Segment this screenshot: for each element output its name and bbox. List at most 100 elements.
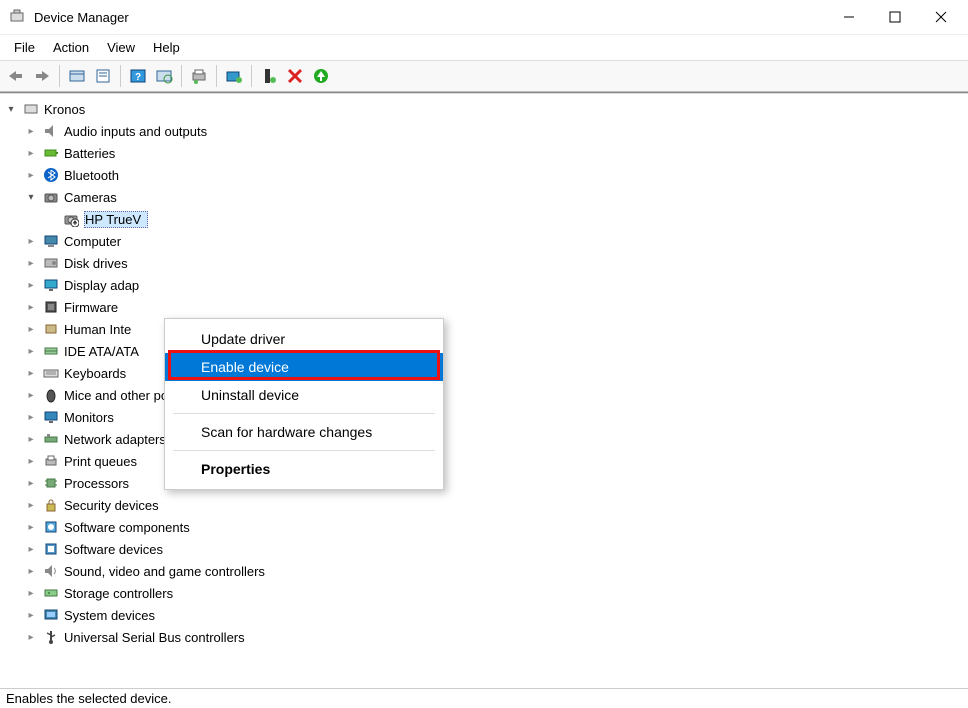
properties-sheet-icon[interactable] (91, 64, 115, 88)
swdev-icon (42, 540, 60, 558)
storage-icon (42, 584, 60, 602)
tree-category[interactable]: ▸Print queues (4, 450, 966, 472)
category-label: Computer (64, 234, 121, 249)
chevron-right-icon[interactable]: ▸ (24, 586, 38, 600)
toolbar-separator (251, 65, 252, 87)
category-label: Display adap (64, 278, 139, 293)
tree-device[interactable]: HP TrueV (4, 208, 966, 230)
chevron-right-icon[interactable]: ▸ (24, 256, 38, 270)
scan-icon[interactable] (152, 64, 176, 88)
chevron-right-icon[interactable]: ▸ (24, 322, 38, 336)
ctx-update-driver[interactable]: Update driver (165, 325, 443, 353)
tree-category[interactable]: ▸Disk drives (4, 252, 966, 274)
category-label: Keyboards (64, 366, 126, 381)
enable-up-icon[interactable] (309, 64, 333, 88)
disable-x-icon[interactable] (283, 64, 307, 88)
ctx-uninstall-device[interactable]: Uninstall device (165, 381, 443, 409)
tree-category[interactable]: ▸ Network adapters (4, 428, 966, 450)
security-icon (42, 496, 60, 514)
tree-category[interactable]: ▸Storage controllers (4, 582, 966, 604)
tree-category[interactable]: ▸Software devices (4, 538, 966, 560)
tree-category[interactable]: ▸Batteries (4, 142, 966, 164)
show-hidden-icon[interactable] (65, 64, 89, 88)
tree-category[interactable]: ▸ Bluetooth (4, 164, 966, 186)
tree-category[interactable]: ▸IDE ATA/ATA (4, 340, 966, 362)
device-tree[interactable]: ▾ Kronos ▸Audio inputs and outputs▸Batte… (0, 94, 968, 686)
chevron-right-icon[interactable]: ▸ (24, 608, 38, 622)
maximize-button[interactable] (872, 0, 918, 34)
chevron-down-icon[interactable]: ▾ (24, 190, 38, 204)
category-label: Network adapters (64, 432, 166, 447)
root-label: Kronos (44, 102, 85, 117)
tree-category[interactable]: ▸ Software components (4, 516, 966, 538)
tree-category[interactable]: ▸Sound, video and game controllers (4, 560, 966, 582)
menu-help[interactable]: Help (145, 38, 188, 57)
help-icon[interactable]: ? (126, 64, 150, 88)
tree-category[interactable]: ▸Processors (4, 472, 966, 494)
tree-category[interactable]: ▸ Monitors (4, 406, 966, 428)
disk-icon (42, 254, 60, 272)
chevron-right-icon[interactable]: ▸ (24, 124, 38, 138)
chevron-down-icon[interactable]: ▾ (4, 102, 18, 116)
chevron-right-icon[interactable]: ▸ (24, 630, 38, 644)
print-icon[interactable] (187, 64, 211, 88)
chevron-right-icon[interactable]: ▸ (24, 300, 38, 314)
category-label: Bluetooth (64, 168, 119, 183)
computer-icon (42, 232, 60, 250)
ctx-properties[interactable]: Properties (165, 455, 443, 483)
forward-arrow-icon[interactable] (30, 64, 54, 88)
chevron-right-icon[interactable]: ▸ (24, 564, 38, 578)
ctx-enable-device[interactable]: Enable device (165, 353, 443, 381)
tree-category[interactable]: ▸Security devices (4, 494, 966, 516)
minimize-button[interactable] (826, 0, 872, 34)
uninstall-icon[interactable] (257, 64, 281, 88)
device-label: HP TrueV (84, 211, 148, 228)
firmware-icon (42, 298, 60, 316)
tree-category[interactable]: ▸ Firmware (4, 296, 966, 318)
menubar: File Action View Help (0, 34, 968, 60)
app-icon (8, 8, 26, 26)
chevron-right-icon[interactable]: ▸ (24, 366, 38, 380)
toolbar-separator (181, 65, 182, 87)
tree-category[interactable]: ▸Mice and other pointing devices (4, 384, 966, 406)
toolbar-separator (216, 65, 217, 87)
tree-category[interactable]: ▸ Display adap (4, 274, 966, 296)
cpu-icon (42, 474, 60, 492)
chevron-right-icon[interactable]: ▸ (24, 520, 38, 534)
tree-category[interactable]: ▸ Computer (4, 230, 966, 252)
chevron-right-icon[interactable]: ▸ (24, 234, 38, 248)
category-label: System devices (64, 608, 155, 623)
update-driver-icon[interactable] (222, 64, 246, 88)
chevron-right-icon[interactable]: ▸ (24, 542, 38, 556)
tree-category[interactable]: ▸Universal Serial Bus controllers (4, 626, 966, 648)
category-label: Firmware (64, 300, 118, 315)
sound-icon (42, 562, 60, 580)
back-arrow-icon[interactable] (4, 64, 28, 88)
chevron-right-icon[interactable]: ▸ (24, 146, 38, 160)
tree-category[interactable]: ▾Cameras (4, 186, 966, 208)
chevron-right-icon[interactable]: ▸ (24, 168, 38, 182)
menu-file[interactable]: File (6, 38, 43, 57)
chevron-right-icon[interactable]: ▸ (24, 498, 38, 512)
chevron-right-icon[interactable]: ▸ (24, 344, 38, 358)
category-label: Human Inte (64, 322, 131, 337)
window-title: Device Manager (34, 10, 129, 25)
tree-category[interactable]: ▸Audio inputs and outputs (4, 120, 966, 142)
ctx-scan-hardware[interactable]: Scan for hardware changes (165, 418, 443, 446)
close-button[interactable] (918, 0, 964, 34)
tree-category[interactable]: ▸ Keyboards (4, 362, 966, 384)
chevron-right-icon[interactable]: ▸ (24, 476, 38, 490)
tree-category[interactable]: ▸ Human Inte (4, 318, 966, 340)
chevron-right-icon[interactable]: ▸ (24, 388, 38, 402)
tree-root[interactable]: ▾ Kronos (4, 98, 966, 120)
chevron-right-icon[interactable]: ▸ (24, 454, 38, 468)
tree-category[interactable]: ▸ System devices (4, 604, 966, 626)
menu-view[interactable]: View (99, 38, 143, 57)
chevron-right-icon[interactable]: ▸ (24, 410, 38, 424)
menu-action[interactable]: Action (45, 38, 97, 57)
category-label: Monitors (64, 410, 114, 425)
chevron-right-icon[interactable]: ▸ (24, 432, 38, 446)
chevron-right-icon[interactable]: ▸ (24, 278, 38, 292)
category-label: Software components (64, 520, 190, 535)
toolbar: ? (0, 60, 968, 92)
